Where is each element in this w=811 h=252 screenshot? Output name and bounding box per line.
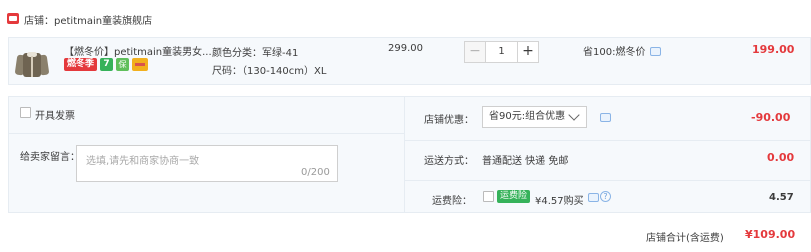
- message-char-counter: 0/200: [301, 167, 330, 178]
- sku-color: 颜色分类：军绿-41: [212, 48, 299, 59]
- insurance-chat-icon[interactable]: [588, 193, 599, 202]
- row-divider: [8, 133, 404, 134]
- credit-card-icon: [132, 58, 149, 71]
- seller-message-label: 给卖家留言：: [20, 152, 80, 163]
- winter-sale-badge: 燃冬季: [64, 58, 98, 71]
- row-divider: [404, 180, 811, 181]
- discount-info-icon[interactable]: [600, 113, 611, 122]
- shop-discount-amount: -90.00: [751, 111, 791, 124]
- shop-name[interactable]: 店铺：petitmain童装旗舰店: [24, 12, 152, 27]
- unit-price: 299.00: [388, 43, 423, 54]
- sku-size: 尺码：（130-140cm）XL: [212, 66, 327, 77]
- saving-info-icon[interactable]: [650, 47, 661, 56]
- shipping-insurance-checkbox[interactable]: [483, 191, 494, 202]
- item-saving: 省100:燃冬价: [583, 47, 646, 58]
- shop-total-amount: ¥109.00: [745, 228, 796, 241]
- shop-total-label: 店铺合计(含运费): [646, 233, 724, 244]
- shop-discount-label: 店铺优惠：: [424, 115, 474, 126]
- quantity-decrease-button[interactable]: −: [464, 41, 486, 63]
- row-divider: [404, 140, 811, 141]
- product-tags: 燃冬季 7 保: [64, 58, 149, 71]
- jacket-zip: [31, 56, 33, 77]
- quantity-input[interactable]: 1: [486, 41, 517, 63]
- shipping-insurance-badge: 运费险: [497, 190, 531, 203]
- shipping-insurance-label: 运费险：: [432, 196, 472, 207]
- item-subtotal: 199.00: [752, 43, 795, 56]
- shipping-insurance-price[interactable]: ¥4.57购买: [535, 192, 584, 207]
- invoice-checkbox[interactable]: [20, 107, 31, 118]
- product-thumbnail[interactable]: [14, 50, 50, 80]
- guarantee-icon: 保: [116, 58, 130, 71]
- help-icon[interactable]: ?: [600, 191, 611, 202]
- quantity-increase-button[interactable]: +: [517, 41, 539, 63]
- seller-message-placeholder: 选填,请先和商家协商一致: [86, 156, 200, 167]
- product-title[interactable]: 【燃冬价】petitmain童装男女...: [64, 43, 212, 58]
- shipping-insurance-amount: 4.57: [769, 192, 794, 203]
- seven-day-return-icon: 7: [100, 58, 114, 71]
- shipping-method-label: 运送方式：: [424, 156, 474, 167]
- panel-divider: [404, 96, 405, 213]
- shipping-amount: 0.00: [767, 151, 795, 164]
- invoice-label[interactable]: 开具发票: [35, 107, 75, 122]
- shop-icon: [7, 13, 19, 24]
- shipping-method-value: 普通配送 快递 免邮: [482, 156, 569, 167]
